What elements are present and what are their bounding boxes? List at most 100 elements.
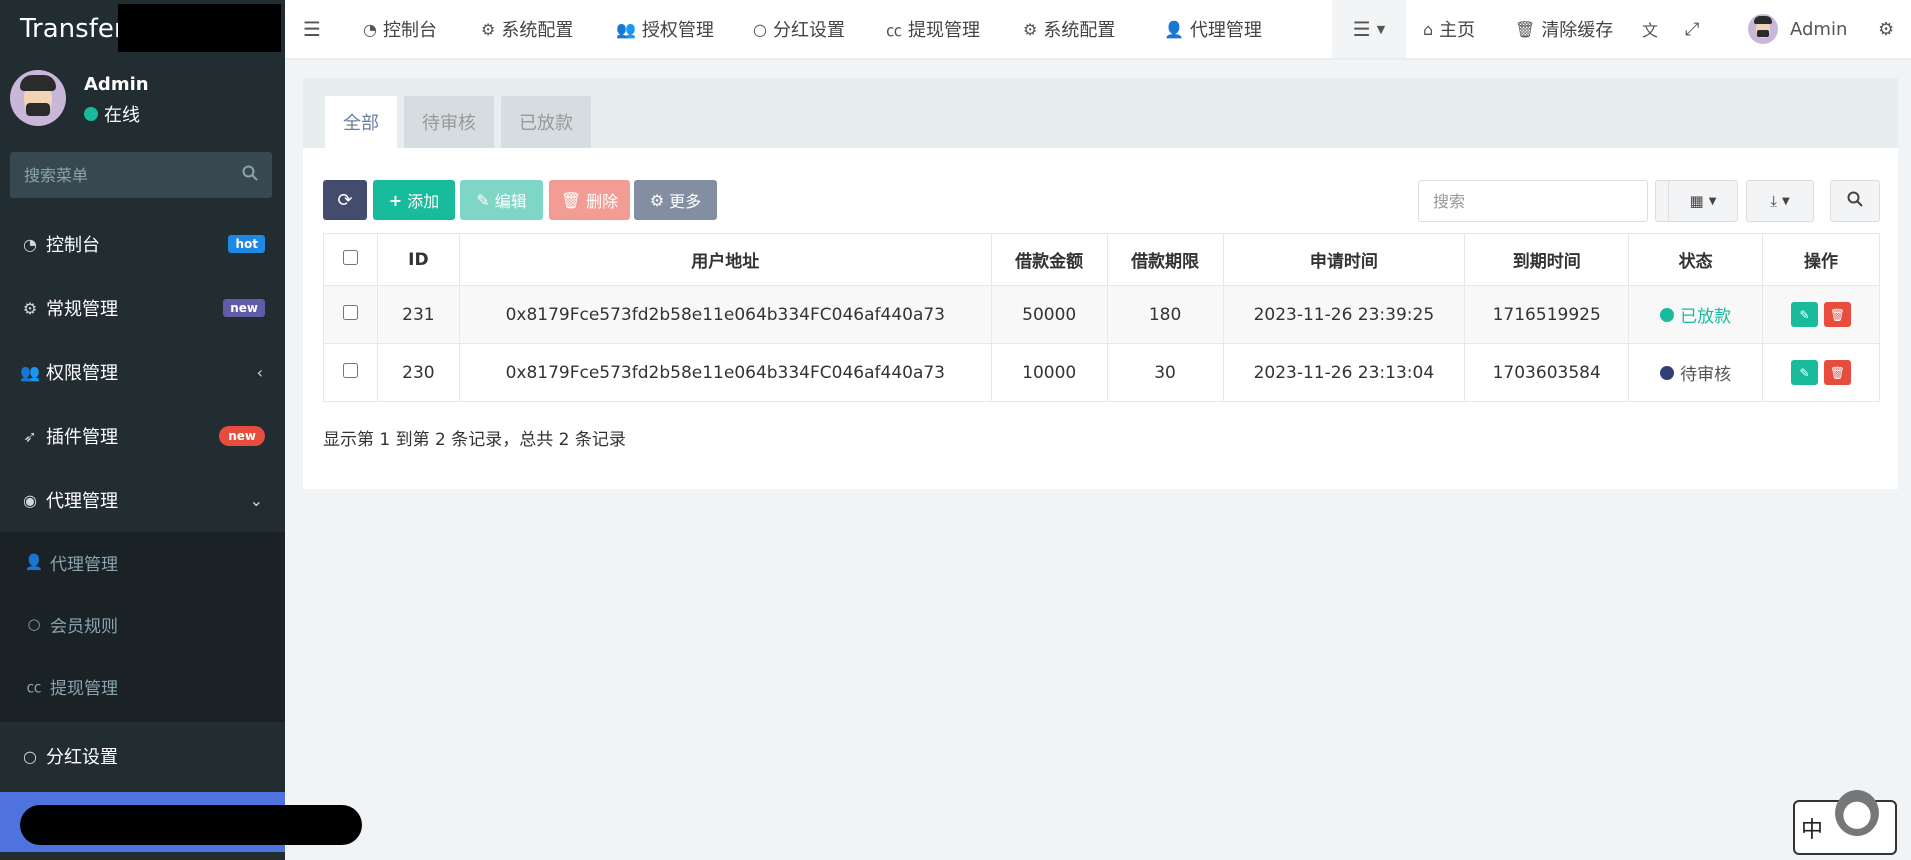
avatar	[1748, 14, 1778, 44]
sidebar-subitem-member-rules[interactable]: ○ 会员规则	[0, 594, 285, 654]
tab-all[interactable]: 全部	[325, 96, 397, 148]
sidebar-item-label: 权限管理	[46, 363, 118, 384]
column-header[interactable]: 申请时间	[1222, 233, 1466, 286]
cell-amount: 10000	[990, 343, 1108, 402]
pagination-info: 显示第 1 到第 2 条记录，总共 2 条记录	[323, 430, 626, 450]
row-delete-button[interactable]: 🗑	[1824, 360, 1851, 385]
nav-user-menu[interactable]: Admin	[1748, 0, 1847, 58]
nav-withdrawals[interactable]: ㏄ 提现管理	[886, 0, 980, 58]
search-icon	[1847, 191, 1863, 211]
menu-search-input[interactable]	[24, 165, 224, 185]
trash-icon: 🗑	[1829, 307, 1846, 322]
column-header[interactable]: 到期时间	[1464, 233, 1630, 286]
new-badge: new	[223, 299, 265, 317]
nav-dividends[interactable]: ○ 分红设置	[753, 0, 845, 58]
plus-icon: +	[388, 190, 403, 210]
table-row[interactable]: 230 0x8179Fce573fd2b58e11e064b334FC046af…	[323, 343, 1880, 402]
redacted-block	[118, 4, 281, 52]
delete-button[interactable]: 🗑 删除	[549, 180, 630, 220]
refresh-button[interactable]: ⟳	[323, 180, 367, 220]
nav-clear-cache[interactable]: 🗑 清除缓存	[1515, 0, 1613, 58]
status-badge[interactable]: 已放款	[1660, 302, 1731, 327]
users-icon: 👥	[616, 19, 636, 39]
status-badge[interactable]: 待审核	[1660, 360, 1731, 385]
columns-icon: ▦	[1689, 192, 1704, 210]
sidebar-item-dividends[interactable]: ○ 分红设置	[0, 728, 285, 784]
table-search-input[interactable]	[1433, 191, 1633, 211]
tab-disbursed[interactable]: 已放款	[501, 96, 591, 148]
nav-label: 系统配置	[501, 20, 574, 41]
sidebar-toggle-button[interactable]: ☰	[303, 0, 321, 58]
tab-pending[interactable]: 待审核	[404, 96, 494, 148]
row-checkbox[interactable]	[342, 304, 358, 320]
row-edit-button[interactable]: ✎	[1791, 302, 1818, 327]
advanced-search-button[interactable]	[1830, 180, 1880, 222]
cell-status: 已放款	[1628, 285, 1764, 344]
sidebar-item-dashboard[interactable]: ◔ 控制台 hot	[0, 216, 285, 272]
row-edit-button[interactable]: ✎	[1791, 360, 1818, 385]
cell-actions: ✎ 🗑	[1762, 285, 1880, 344]
button-label: 更多	[669, 192, 702, 211]
sidebar-item-label: 控制台	[46, 235, 100, 256]
sidebar-subitem-withdrawals[interactable]: ㏄ 提现管理	[0, 656, 285, 716]
settings-button[interactable]: ⚙	[1878, 0, 1894, 58]
sidebar-item-plugins[interactable]: ➶ 插件管理 new	[0, 408, 285, 464]
nav-agents[interactable]: 👤 代理管理	[1164, 0, 1262, 58]
nav-label: Admin	[1790, 18, 1848, 40]
avatar	[10, 70, 66, 126]
hot-badge: hot	[228, 235, 265, 253]
table-row[interactable]: 231 0x8179Fce573fd2b58e11e064b334FC046af…	[323, 285, 1880, 344]
table-search[interactable]	[1418, 180, 1648, 222]
fullscreen-button[interactable]: ⤢	[1685, 0, 1699, 58]
list-icon: ☰	[1352, 17, 1371, 41]
caret-down-icon: ▼	[1781, 195, 1790, 207]
row-delete-button[interactable]: 🗑	[1824, 302, 1851, 327]
cogs-icon: ⚙	[1878, 18, 1895, 40]
nav-system-config-2[interactable]: ⚙ 系统配置	[1023, 0, 1115, 58]
nav-menu-dropdown[interactable]: ☰ ▼	[1332, 0, 1406, 58]
row-checkbox[interactable]	[342, 362, 358, 378]
caret-down-icon: ▼	[1376, 22, 1386, 36]
brand-title: Transfer	[20, 14, 125, 44]
button-label: 删除	[586, 192, 619, 211]
more-button[interactable]: ⚙ 更多	[634, 180, 717, 220]
home-icon: ⌂	[1423, 19, 1434, 39]
cell-apply-time: 2023-11-26 23:13:04	[1222, 343, 1466, 402]
cell-term: 30	[1106, 343, 1224, 402]
nav-system-config[interactable]: ⚙ 系统配置	[481, 0, 573, 58]
mascot-icon	[1835, 790, 1879, 836]
export-button[interactable]: ⤓ ▼	[1746, 180, 1814, 222]
edit-button[interactable]: ✎ 编辑	[460, 180, 543, 220]
nav-authorization[interactable]: 👥 授权管理	[616, 0, 714, 58]
user-icon: 👤	[24, 553, 44, 571]
agents-submenu: 👤 代理管理 ○ 会员规则 ㏄ 提现管理	[0, 532, 285, 722]
translate-button[interactable]: 文	[1642, 0, 1658, 58]
nav-home[interactable]: ⌂ 主页	[1423, 0, 1475, 58]
menu-search[interactable]	[10, 152, 272, 198]
cell-due-time: 1703603584	[1464, 343, 1630, 402]
sidebar-item-general[interactable]: ⚙ 常规管理 new	[0, 280, 285, 336]
sidebar-item-agents[interactable]: ◉ 代理管理 ⌄	[0, 472, 285, 528]
column-header[interactable]: 状态	[1628, 233, 1764, 286]
column-header[interactable]: 借款金额	[990, 233, 1108, 286]
table-header-row: ID 用户地址 借款金额 借款期限 申请时间 到期时间 状态 操作	[323, 233, 1880, 286]
trash-icon: 🗑	[1829, 365, 1846, 380]
add-button[interactable]: + 添加	[373, 180, 455, 220]
online-dot-icon	[84, 107, 98, 121]
sidebar-item-permissions[interactable]: 👥 权限管理 ‹	[0, 344, 285, 400]
search-icon[interactable]	[242, 165, 258, 185]
status-dot-icon	[1660, 365, 1675, 380]
select-all-checkbox[interactable]	[342, 249, 358, 265]
nav-label: 主页	[1439, 20, 1476, 41]
nav-dashboard[interactable]: ◔ 控制台	[363, 0, 437, 58]
column-header: 操作	[1762, 233, 1880, 286]
sidebar-subitem-agent-management[interactable]: 👤 代理管理	[0, 532, 285, 592]
column-header[interactable]: 用户地址	[458, 233, 992, 286]
nav-label: 系统配置	[1043, 20, 1116, 41]
ime-widget[interactable]: 中	[1793, 790, 1897, 855]
gear-icon: ⚙	[1023, 19, 1038, 39]
column-header[interactable]: ID	[376, 233, 460, 286]
chevron-down-icon: ⌄	[249, 490, 263, 510]
column-header[interactable]: 借款期限	[1106, 233, 1224, 286]
columns-button[interactable]: ▦ ▼	[1668, 180, 1738, 222]
